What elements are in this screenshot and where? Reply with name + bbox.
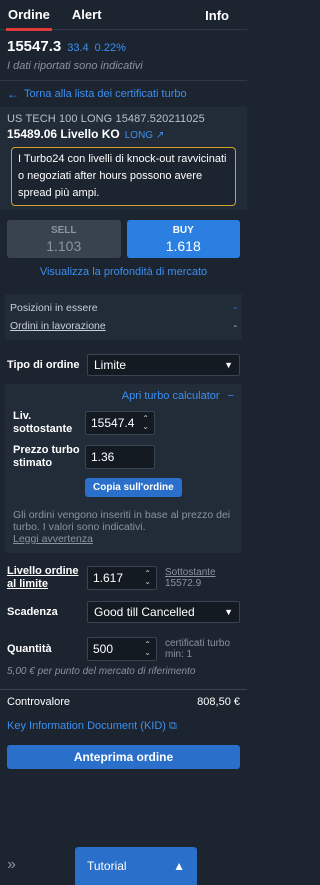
quantity-min: min: 1 xyxy=(165,649,193,660)
stepper-icon[interactable]: ⌃ ⌄ xyxy=(144,570,151,586)
working-orders-value: - xyxy=(233,320,238,332)
calculator-note-text: Gli ordini vengono inseriti in base al p… xyxy=(13,509,231,533)
order-type-value: Limite xyxy=(94,358,127,372)
chevron-down-icon: ▼ xyxy=(224,607,233,617)
ko-level: 15489.06 Livello KO xyxy=(7,127,120,141)
external-link-icon: ⧉ xyxy=(169,720,177,732)
expiry-select[interactable]: Good till Cancelled ▼ xyxy=(87,601,240,623)
buy-button[interactable]: BUY 1.618 xyxy=(126,220,240,258)
trade-buttons: SELL 1.103 BUY 1.618 xyxy=(0,210,247,258)
limit-level-label: Livello ordine al limite xyxy=(7,565,79,590)
calculator-note: Gli ordini vengono inseriti in base al p… xyxy=(13,509,234,545)
expiry-label: Scadenza xyxy=(7,605,58,618)
total-value: 808,50 € xyxy=(197,696,240,708)
quote-change: 33.4 xyxy=(67,42,89,54)
stepper-icon[interactable]: ⌃ ⌄ xyxy=(142,415,149,431)
total-row: Controvalore 808,50 € xyxy=(0,689,247,708)
quantity-label: Quantità xyxy=(7,642,52,655)
quote-row: 15547.3 33.4 0.22% xyxy=(0,30,247,55)
quantity-input[interactable]: 500 ⌃ ⌄ xyxy=(87,637,157,661)
turbo-price-value: 1.36 xyxy=(91,450,115,464)
working-orders-row: Ordini in lavorazione - xyxy=(8,317,239,335)
arrow-left-icon: ← xyxy=(7,87,19,101)
tab-info[interactable]: Info xyxy=(205,8,229,23)
tutorial-button[interactable]: Tutorial ▲ xyxy=(75,847,197,885)
quantity-row: Quantità 500 ⌃ ⌄ certificati turbo min: 1 xyxy=(0,637,247,661)
spread-warning: I Turbo24 con livelli di knock-out ravvi… xyxy=(11,147,236,206)
working-orders-label[interactable]: Ordini in lavorazione xyxy=(10,320,106,332)
order-type-row: Tipo di ordine Limite ▼ xyxy=(0,354,247,376)
chevron-up-icon: ▲ xyxy=(173,859,185,873)
market-depth-link[interactable]: Visualizza la profondità di mercato xyxy=(0,258,247,278)
tutorial-label: Tutorial xyxy=(87,859,127,873)
total-label: Controvalore xyxy=(7,696,70,708)
tab-alert[interactable]: Alert xyxy=(72,7,102,22)
indicative-note: I dati riportati sono indicativi xyxy=(7,60,143,72)
expiry-value: Good till Cancelled xyxy=(94,605,195,619)
collapse-icon: − xyxy=(227,390,234,402)
buy-price: 1.618 xyxy=(165,237,201,254)
underlying-level-label: Liv. sottostante xyxy=(13,410,73,435)
tab-order[interactable]: Ordine xyxy=(6,7,52,31)
open-positions-label: Posizioni in essere xyxy=(10,302,98,314)
kid-link-label: Key Information Document (KID) xyxy=(7,720,166,732)
quote-price: 15547.3 xyxy=(7,38,62,55)
underlying-level-value: 15547.4 xyxy=(91,416,135,430)
copy-to-order-button[interactable]: Copia sull'ordine xyxy=(85,478,182,497)
quantity-unit: certificati turbo min: 1 xyxy=(165,638,230,660)
expiry-row: Scadenza Good till Cancelled ▼ xyxy=(0,601,247,623)
bottom-bar: » Tutorial ▲ xyxy=(0,847,247,885)
turbo-price-row: Prezzo turbo stimato 1.36 xyxy=(13,444,234,470)
certificate-level: 15489.06 Livello KO LONG ↗ xyxy=(7,127,240,141)
limit-level-input[interactable]: 1.617 ⌃ ⌄ xyxy=(87,566,157,590)
limit-level-value: 1.617 xyxy=(93,571,124,585)
order-type-select[interactable]: Limite ▼ xyxy=(87,354,240,376)
certificate-code: US TECH 100 LONG 15487.520211025 xyxy=(7,113,205,125)
sell-button[interactable]: SELL 1.103 xyxy=(7,220,121,258)
quantity-value: 500 xyxy=(93,642,114,656)
sell-label: SELL xyxy=(50,224,77,236)
read-warning-link[interactable]: Leggi avvertenza xyxy=(13,533,234,545)
order-type-label: Tipo di ordine xyxy=(7,358,80,371)
back-link[interactable]: ← Torna alla lista dei certificati turbo xyxy=(0,81,247,107)
external-link-icon: ↗ xyxy=(155,130,165,141)
quote-change-pct: 0.22% xyxy=(94,42,126,54)
double-chevron-right-icon[interactable]: » xyxy=(7,856,16,874)
preview-order-button[interactable]: Anteprima ordine xyxy=(7,745,240,769)
underlying-level-row: Liv. sottostante 15547.4 ⌃ ⌄ xyxy=(13,410,234,436)
quantity-unit-label: certificati turbo xyxy=(165,638,231,649)
certificate-panel: US TECH 100 LONG 15487.520211025 15489.0… xyxy=(0,107,247,210)
tab-bar: Ordine Alert Info xyxy=(0,0,247,31)
underlying-info-value: 15572.9 xyxy=(165,578,202,589)
turbo-price-label: Prezzo turbo stimato xyxy=(13,444,80,469)
limit-level-row: Livello ordine al limite 1.617 ⌃ ⌄ Sottos… xyxy=(0,565,247,591)
long-badge[interactable]: LONG ↗ xyxy=(125,130,165,141)
underlying-level-input[interactable]: 15547.4 ⌃ ⌄ xyxy=(85,411,155,435)
turbo-price-input[interactable]: 1.36 xyxy=(85,445,155,469)
open-positions-value[interactable]: - xyxy=(234,302,238,314)
underlying-info-label: Sottostante xyxy=(165,567,216,578)
sell-price: 1.103 xyxy=(46,237,82,254)
open-positions-row: Posizioni in essere - xyxy=(8,299,239,317)
point-value-note: 5,00 € per punto del mercato di riferime… xyxy=(7,666,196,677)
calculator-toggle[interactable]: Apri turbo calculator − xyxy=(13,390,234,402)
back-link-label: Torna alla lista dei certificati turbo xyxy=(24,88,187,100)
underlying-info: Sottostante 15572.9 xyxy=(165,567,216,589)
turbo-calculator: Apri turbo calculator − Liv. sottostante … xyxy=(5,384,242,553)
chevron-down-icon: ▼ xyxy=(224,360,233,370)
positions-panel: Posizioni in essere - Ordini in lavorazi… xyxy=(5,294,242,340)
kid-link[interactable]: Key Information Document (KID) ⧉ xyxy=(0,708,247,733)
buy-label: BUY xyxy=(172,224,194,236)
calculator-toggle-label: Apri turbo calculator xyxy=(121,390,220,402)
stepper-icon[interactable]: ⌃ ⌄ xyxy=(144,641,151,657)
